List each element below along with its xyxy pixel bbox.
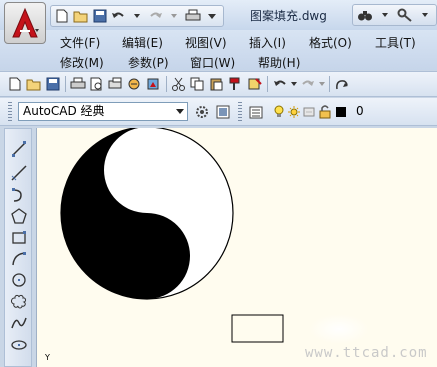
toolbar-separator xyxy=(166,76,167,92)
search-toolbar xyxy=(352,4,437,26)
undo-dropdown-icon[interactable] xyxy=(129,7,146,25)
y-axis-label: Y xyxy=(45,353,50,362)
new-icon[interactable] xyxy=(54,7,71,25)
white-dot[interactable] xyxy=(141,178,153,190)
standard-toolbar xyxy=(0,71,437,97)
toolbar-separator xyxy=(267,76,268,92)
cut-icon[interactable] xyxy=(170,75,188,93)
redo-icon[interactable] xyxy=(147,7,164,25)
render-icon[interactable] xyxy=(145,75,163,93)
menu-file[interactable]: 文件(F) xyxy=(60,34,100,51)
black-dot[interactable] xyxy=(141,263,153,275)
publish-icon[interactable] xyxy=(107,75,125,93)
toolbar-grip[interactable] xyxy=(238,102,242,122)
binoculars-icon[interactable] xyxy=(356,6,373,24)
toolbar-separator xyxy=(329,76,330,92)
menu-edit[interactable]: 编辑(E) xyxy=(122,34,163,51)
workspace-value: AutoCAD 经典 xyxy=(23,104,105,118)
menu-modify[interactable]: 修改(M) xyxy=(60,54,104,71)
plot-preview-icon[interactable] xyxy=(88,75,106,93)
sun-icon[interactable] xyxy=(287,103,301,121)
polyline-icon[interactable] xyxy=(9,185,29,205)
customize-icon[interactable] xyxy=(214,103,232,121)
drawing-area xyxy=(60,128,284,343)
layer-freeze-icon[interactable] xyxy=(302,103,316,121)
line-icon[interactable] xyxy=(9,139,29,159)
menu-tools[interactable]: 工具(T) xyxy=(375,34,416,51)
binoculars-dropdown-icon[interactable] xyxy=(376,6,393,24)
menu-format[interactable]: 格式(O) xyxy=(309,34,352,51)
spline-icon[interactable] xyxy=(9,313,29,333)
plot-icon[interactable] xyxy=(185,7,202,25)
lock-icon[interactable] xyxy=(318,103,332,121)
menu-help[interactable]: 帮助(H) xyxy=(258,54,300,71)
arc-icon[interactable] xyxy=(9,249,29,269)
layer-manager-icon[interactable] xyxy=(248,103,266,121)
redo-dropdown-icon[interactable] xyxy=(318,75,326,93)
menu-insert[interactable]: 插入(I) xyxy=(249,34,286,51)
rectangle-entity[interactable] xyxy=(231,314,284,343)
rectangle-icon[interactable] xyxy=(9,228,29,248)
circle-icon[interactable] xyxy=(9,270,29,290)
pan-icon[interactable] xyxy=(333,75,351,93)
block-editor-icon[interactable] xyxy=(246,75,264,93)
undo-icon[interactable] xyxy=(271,75,289,93)
key-dropdown-icon[interactable] xyxy=(416,6,433,24)
yin-yang-hatch-drawing[interactable] xyxy=(60,128,234,300)
color-swatch-icon xyxy=(334,103,348,121)
ellipse-icon[interactable] xyxy=(9,335,29,355)
toolbar-grip[interactable] xyxy=(8,102,12,122)
workspace-settings-icon[interactable] xyxy=(193,103,211,121)
copy-icon[interactable] xyxy=(189,75,207,93)
menu-view[interactable]: 视图(V) xyxy=(185,34,227,51)
redo-icon[interactable] xyxy=(299,75,317,93)
match-properties-icon[interactable] xyxy=(227,75,245,93)
menu-bar: 文件(F) 编辑(E) 视图(V) 插入(I) 格式(O) 工具(T) 修改(M… xyxy=(0,30,437,70)
highlight-smudge xyxy=(309,314,369,344)
current-layer-value[interactable]: 0 xyxy=(356,104,364,118)
lightbulb-icon[interactable] xyxy=(272,103,286,121)
dropdown-icon[interactable] xyxy=(203,7,220,25)
save-icon[interactable] xyxy=(44,75,62,93)
title-bar: 图案填充.dwg xyxy=(0,0,437,30)
3d-print-icon[interactable] xyxy=(126,75,144,93)
application-menu-button[interactable] xyxy=(4,2,46,44)
document-title: 图案填充.dwg xyxy=(250,9,327,23)
workspace-dropdown[interactable]: AutoCAD 经典 xyxy=(18,102,188,121)
open-icon[interactable] xyxy=(73,7,90,25)
plot-icon[interactable] xyxy=(69,75,87,93)
open-icon[interactable] xyxy=(25,75,43,93)
redo-dropdown-icon[interactable] xyxy=(166,7,183,25)
workspace-toolbar: AutoCAD 经典 0 xyxy=(0,98,437,126)
save-icon[interactable] xyxy=(91,7,108,25)
construction-line-icon[interactable] xyxy=(9,163,29,183)
draw-toolbar xyxy=(4,128,32,367)
toolbar-separator xyxy=(65,76,66,92)
key-icon[interactable] xyxy=(396,6,413,24)
new-icon[interactable] xyxy=(6,75,24,93)
watermark-text: www.ttcad.com xyxy=(305,345,428,361)
quick-access-toolbar xyxy=(50,5,224,27)
autocad-logo-icon xyxy=(12,7,39,38)
chevron-down-icon xyxy=(176,109,184,114)
menu-parametric[interactable]: 参数(P) xyxy=(128,54,169,71)
menu-window[interactable]: 窗口(W) xyxy=(190,54,235,71)
revision-cloud-icon[interactable] xyxy=(9,291,29,311)
undo-icon[interactable] xyxy=(110,7,127,25)
paste-icon[interactable] xyxy=(208,75,226,93)
undo-dropdown-icon[interactable] xyxy=(290,75,298,93)
drawing-canvas[interactable]: Y www.ttcad.com xyxy=(36,128,437,367)
polygon-icon[interactable] xyxy=(9,206,29,226)
